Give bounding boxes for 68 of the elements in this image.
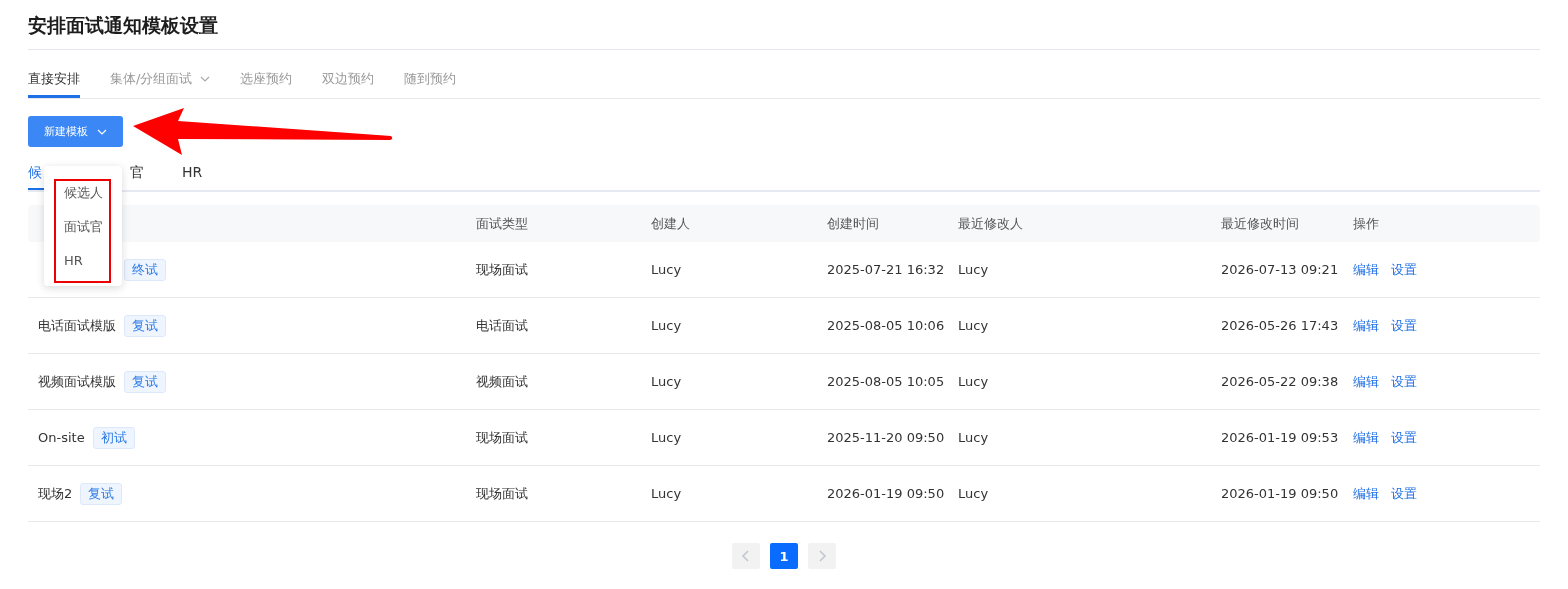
round-tag: 复试 [124,314,166,337]
action-link[interactable]: 设置 [1391,484,1417,503]
chevron-right-icon [818,550,826,562]
tab[interactable]: 选座预约 [240,70,293,98]
round-tag: 复试 [80,482,123,505]
table-cell-text: 2026-07-13 09:21 [1221,262,1340,277]
menu-item[interactable]: 面试官 [44,210,122,244]
table-cell-text: 2025-08-05 10:06 [827,318,946,333]
table-cell-text: 2026-01-19 09:50 [1221,486,1340,501]
round-tag: 复试 [124,370,166,393]
action-link[interactable]: 编辑 [1353,484,1379,503]
page-button[interactable]: 1 [770,543,798,569]
sub-tab[interactable]: HR [182,164,203,186]
column-header: 创建时间 [827,214,880,233]
action-link[interactable]: 设置 [1391,260,1417,279]
table-cell-text: 现场面试 [476,484,529,503]
next-page-button[interactable] [808,543,836,569]
tab[interactable]: 集体/分组面试 [110,70,211,98]
table-cell-text: Lucy [958,430,990,445]
table-cell-text: Lucy [958,318,990,333]
column-header: 最近修改时间 [1221,214,1300,233]
table-cell-text: 2026-05-22 09:38 [1221,374,1340,389]
action-link[interactable]: 设置 [1391,372,1417,391]
caret-icon [97,128,107,135]
template-name: 现场2 [38,484,73,503]
table-cell-text: 现场面试 [476,428,529,447]
round-tag: 初试 [92,426,135,449]
action-link[interactable]: 编辑 [1353,316,1379,335]
table-cell-text: Lucy [958,374,990,389]
new-template-button[interactable]: 新建模板 [28,116,123,147]
column-header: 面试类型 [476,214,529,233]
table-cell-text: 2026-01-19 09:50 [827,486,946,501]
table-cell-text: Lucy [958,262,990,277]
template-name: On-site [38,430,85,445]
table-cell-text: Lucy [651,374,683,389]
round-tag: 终试 [124,258,166,281]
action-link[interactable]: 设置 [1391,316,1417,335]
table-cell-text: 2025-08-05 10:05 [827,374,946,389]
table-cell-text: Lucy [958,486,990,501]
action-link[interactable]: 编辑 [1353,260,1379,279]
column-header: 操作 [1353,214,1380,233]
table-cell-text: 视频面试 [476,372,529,391]
table-cell-text: 2026-01-19 09:53 [1221,430,1340,445]
sub-tab[interactable]: 候 [28,164,50,190]
table-cell-text: Lucy [651,430,683,445]
action-link[interactable]: 编辑 [1353,372,1379,391]
table-cell-text: 2026-05-26 17:43 [1221,318,1340,333]
column-header: 创建人 [651,214,691,233]
tab[interactable]: 随到预约 [404,70,457,98]
template-name: 视频面试模版 [38,372,116,391]
menu-item[interactable]: HR [44,244,122,278]
table-cell-text: Lucy [651,262,683,277]
column-header: 最近修改人 [958,214,1024,233]
page-title: 安排面试通知模板设置 [28,0,1540,50]
action-link[interactable]: 设置 [1391,428,1417,447]
table-cell-text: 现场面试 [476,260,529,279]
table-cell-text: 2025-11-20 09:50 [827,430,946,445]
action-link[interactable]: 编辑 [1353,428,1379,447]
table-cell-text: 电话面试 [476,316,529,335]
table-cell-text: Lucy [651,486,683,501]
chevron-left-icon [742,550,750,562]
table-cell-text: 2025-07-21 16:32 [827,262,946,277]
tab[interactable]: 双边预约 [322,70,375,98]
previous-page-button[interactable] [732,543,760,569]
template-name: 电话面试模版 [38,316,116,335]
sub-tab[interactable]: 官 [130,164,144,188]
table-cell-text: Lucy [651,318,683,333]
tab[interactable]: 直接安排 [28,70,80,98]
